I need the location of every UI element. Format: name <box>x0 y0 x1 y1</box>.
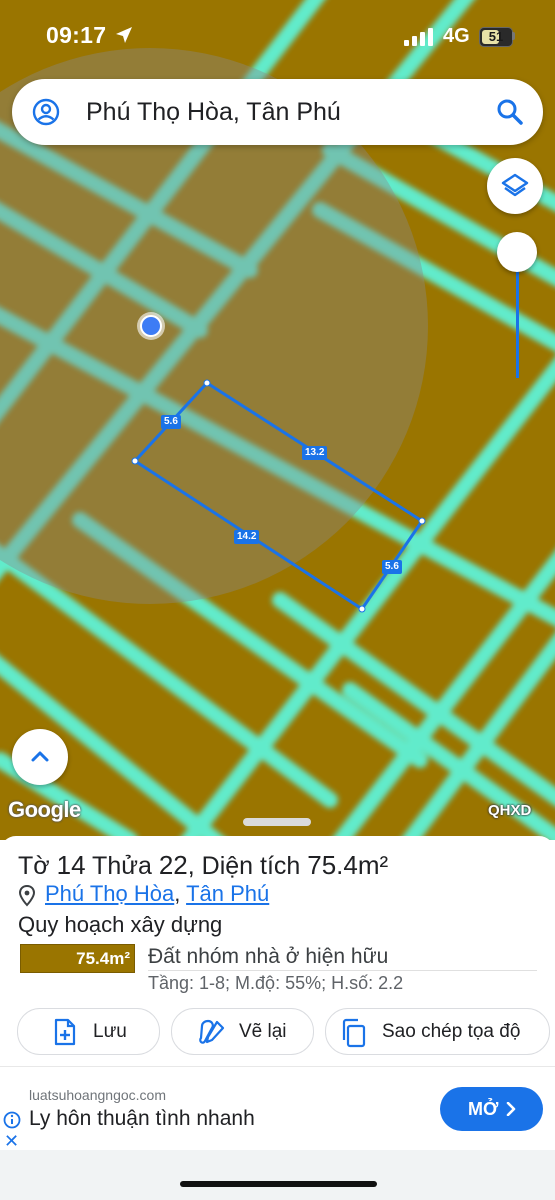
section-title: Quy hoạch xây dựng <box>18 912 223 937</box>
ad-close-icon[interactable]: ✕ <box>4 1131 19 1152</box>
area-chip: 75.4m² <box>20 944 135 973</box>
current-location-dot <box>140 315 162 337</box>
ad-open-label: MỞ <box>468 1099 499 1119</box>
ad-domain: luatsuhoangngoc.com <box>29 1087 166 1103</box>
save-button[interactable]: Lưu <box>17 1008 160 1055</box>
area-label: , Diện tích <box>187 852 301 880</box>
status-time: 09:17 <box>46 22 107 48</box>
edge-length-label: 14.2 <box>234 530 260 544</box>
add-file-icon <box>54 1018 76 1046</box>
search-icon[interactable] <box>496 98 524 126</box>
draw-pen-icon <box>199 1019 225 1044</box>
edge-length-label: 13.2 <box>302 446 328 460</box>
district-link[interactable]: Tân Phú <box>186 881 269 906</box>
ad-banner[interactable]: luatsuhoangngoc.com ✕ Ly hôn thuận tình … <box>0 1066 555 1151</box>
parcel-title: Tờ 14 Thửa 22, Diện tích 75.4m² <box>18 850 388 881</box>
google-logo: Google <box>8 797 81 822</box>
zone-spec: Tầng: 1-8; M.độ: 55%; H.số: 2.2 <box>148 973 404 993</box>
expand-up-button[interactable] <box>12 729 68 785</box>
opacity-slider-knob[interactable] <box>497 232 537 272</box>
ad-headline[interactable]: Ly hôn thuận tình nhanh <box>29 1107 255 1131</box>
bottom-area <box>0 1150 555 1200</box>
chevron-up-icon <box>31 751 49 762</box>
edge-length-label: 5.6 <box>382 560 402 574</box>
ad-open-button[interactable]: MỞ <box>440 1087 543 1131</box>
title-prefix: Tờ <box>18 852 50 880</box>
cellular-signal-icon <box>404 28 433 46</box>
zone-type: Đất nhóm nhà ở hiện hữu <box>148 945 389 968</box>
account-icon[interactable] <box>32 98 60 126</box>
chevron-right-icon <box>506 1102 516 1116</box>
save-label: Lưu <box>93 1021 127 1042</box>
layers-icon <box>501 173 529 197</box>
redraw-label: Vẽ lại <box>239 1021 287 1042</box>
info-icon[interactable] <box>3 1111 21 1129</box>
layer-tag: QHXD <box>488 802 532 819</box>
redraw-button[interactable]: Vẽ lại <box>171 1008 314 1055</box>
location-pin-icon <box>18 885 36 907</box>
layers-button[interactable] <box>487 158 543 214</box>
edge-length-label: 5.6 <box>161 415 181 429</box>
network-type: 4G <box>443 25 470 47</box>
sheet-number: 14 <box>56 850 86 880</box>
divider <box>148 970 537 971</box>
search-bar[interactable]: Phú Thọ Hòa, Tân Phú <box>12 79 543 145</box>
plot-label: Thửa <box>92 852 152 880</box>
battery-level: 51 <box>488 29 504 44</box>
area-value: 75.4m² <box>307 850 389 880</box>
sheet-drag-handle[interactable] <box>243 818 311 826</box>
location-arrow-icon <box>116 27 132 43</box>
status-bar: 09:17 4G 51 <box>0 0 555 70</box>
search-query[interactable]: Phú Thọ Hòa, Tân Phú <box>86 98 341 127</box>
area-chip-value: 75.4m² <box>76 949 130 968</box>
ward-link[interactable]: Phú Thọ Hòa <box>45 881 174 906</box>
copy-icon <box>342 1018 366 1048</box>
copy-coordinates-button[interactable]: Sao chép tọa độ <box>325 1008 550 1055</box>
plot-number: 22 <box>158 850 188 880</box>
battery-tip <box>512 32 515 40</box>
battery-icon: 51 <box>479 27 513 47</box>
copy-coordinates-label: Sao chép tọa độ <box>382 1021 521 1042</box>
home-indicator[interactable] <box>180 1181 377 1187</box>
